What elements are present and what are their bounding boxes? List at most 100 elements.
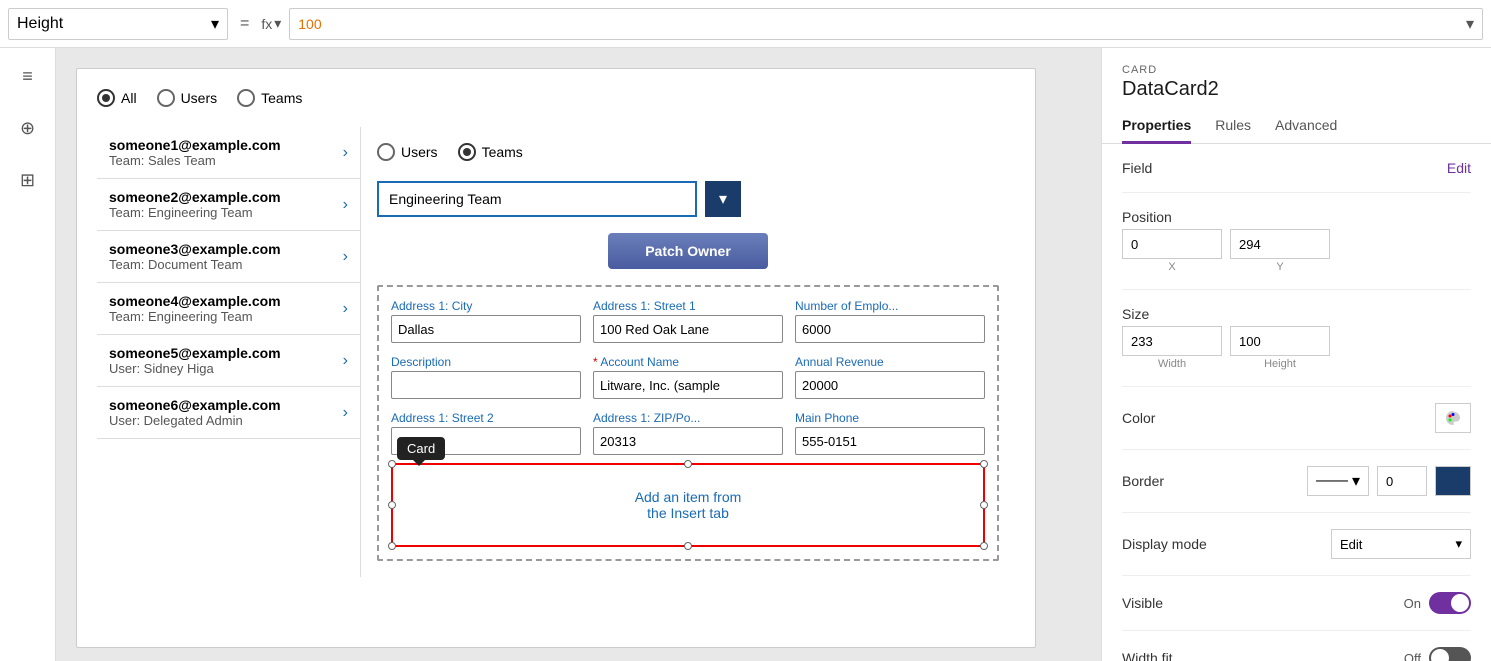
handle-br[interactable] [980, 542, 988, 550]
tab-properties[interactable]: Properties [1122, 109, 1191, 144]
display-mode-value: Edit [1340, 537, 1362, 552]
card-radio-teams[interactable]: Teams [458, 143, 523, 161]
dropdown-arrow-btn[interactable]: ▾ [705, 181, 741, 217]
height-select[interactable]: Height ▾ [8, 8, 228, 40]
form-field-account-name-label: * Account Name [593, 355, 783, 369]
size-height-input[interactable] [1230, 326, 1330, 356]
card-tooltip: Card [397, 437, 445, 460]
main-layout: ≡ ⊕ ⊞ All Users Teams [0, 48, 1491, 661]
form-field-phone-label: Main Phone [795, 411, 985, 425]
card-radio-users-label: Users [401, 144, 438, 160]
selected-card[interactable]: Card Add an item fromthe Insert tab [391, 463, 985, 547]
canvas-content: someone1@example.com Team: Sales Team › … [97, 127, 1015, 577]
visible-toggle-knob [1451, 594, 1469, 612]
size-width-input[interactable] [1122, 326, 1222, 356]
list-chevron-5: › [343, 352, 348, 370]
menu-icon[interactable]: ≡ [12, 60, 44, 92]
radio-all-circle [97, 89, 115, 107]
form-field-zip-input[interactable] [593, 427, 783, 455]
list-item[interactable]: someone1@example.com Team: Sales Team › [97, 127, 360, 179]
radio-users[interactable]: Users [157, 89, 218, 107]
position-y-input[interactable] [1230, 229, 1330, 259]
card-radio-teams-circle [458, 143, 476, 161]
list-item-team-4: Team: Engineering Team [109, 309, 281, 324]
border-style-dropdown[interactable]: —— ▾ [1307, 466, 1369, 496]
position-row: Position X Y [1122, 209, 1471, 273]
formula-bar[interactable]: 100 ▾ [289, 8, 1483, 40]
list-chevron-4: › [343, 300, 348, 318]
list-item-text-2: someone2@example.com Team: Engineering T… [109, 189, 281, 220]
list-item-email-1: someone1@example.com [109, 137, 281, 153]
top-bar: Height ▾ = fx ▾ 100 ▾ [0, 0, 1491, 48]
handle-tl[interactable] [388, 460, 396, 468]
components-icon[interactable]: ⊞ [12, 164, 44, 196]
panel-header: CARD DataCard2 [1102, 48, 1491, 109]
tab-rules[interactable]: Rules [1215, 109, 1251, 144]
form-grid: Address 1: City Address 1: Street 1 Numb… [391, 299, 985, 455]
width-fit-toggle[interactable] [1429, 647, 1471, 661]
position-x-input[interactable] [1122, 229, 1222, 259]
height-select-label: Height [17, 15, 63, 33]
form-field-city-label: Address 1: City [391, 299, 581, 313]
form-field-revenue-input[interactable] [795, 371, 985, 399]
equals-symbol: = [236, 15, 253, 33]
size-height-label: Height [1230, 358, 1330, 370]
field-edit-link[interactable]: Edit [1447, 160, 1471, 176]
list-item-6[interactable]: someone6@example.com User: Delegated Adm… [97, 387, 360, 439]
list-item-team-5: User: Sidney Higa [109, 361, 281, 376]
field-row: Field Edit [1122, 160, 1471, 176]
handle-ml[interactable] [388, 501, 396, 509]
card-radio-users-circle [377, 143, 395, 161]
divider-1 [1122, 192, 1471, 193]
fx-button[interactable]: fx ▾ [261, 15, 281, 32]
card-radio-teams-label: Teams [482, 144, 523, 160]
form-field-account-name: * Account Name [593, 355, 783, 399]
size-inputs: Width Height [1122, 326, 1471, 370]
sidebar-icons: ≡ ⊕ ⊞ [0, 48, 56, 661]
list-item-3[interactable]: someone3@example.com Team: Document Team… [97, 231, 360, 283]
width-fit-label: Width fit [1122, 650, 1173, 661]
list-item-text-1: someone1@example.com Team: Sales Team [109, 137, 281, 168]
visible-toggle[interactable] [1429, 592, 1471, 614]
formula-dropdown-chevron[interactable]: ▾ [1466, 14, 1474, 34]
team-dropdown[interactable]: Engineering Team [377, 181, 697, 217]
radio-all[interactable]: All [97, 89, 137, 107]
list-item-text-5: someone5@example.com User: Sidney Higa [109, 345, 281, 376]
list-item-text-4: someone4@example.com Team: Engineering T… [109, 293, 281, 324]
panel-body: Field Edit Position X Y [1102, 144, 1491, 661]
tab-advanced[interactable]: Advanced [1275, 109, 1337, 144]
list-item-5[interactable]: someone5@example.com User: Sidney Higa › [97, 335, 360, 387]
form-field-city-input[interactable] [391, 315, 581, 343]
patch-owner-button[interactable]: Patch Owner [608, 233, 768, 269]
color-label: Color [1122, 410, 1155, 426]
form-grid-container: Address 1: City Address 1: Street 1 Numb… [377, 285, 999, 561]
team-dropdown-value: Engineering Team [389, 191, 502, 207]
list-item-4[interactable]: someone4@example.com Team: Engineering T… [97, 283, 360, 335]
handle-tr[interactable] [980, 460, 988, 468]
handle-mr[interactable] [980, 501, 988, 509]
form-field-description-input[interactable] [391, 371, 581, 399]
panel-title: DataCard2 [1122, 78, 1471, 101]
fx-chevron: ▾ [274, 15, 281, 32]
border-width-input[interactable] [1377, 466, 1427, 496]
radio-teams[interactable]: Teams [237, 89, 302, 107]
layers-icon[interactable]: ⊕ [12, 112, 44, 144]
form-field-street1-input[interactable] [593, 315, 783, 343]
list-item-2[interactable]: someone2@example.com Team: Engineering T… [97, 179, 360, 231]
color-picker-button[interactable] [1435, 403, 1471, 433]
form-field-zip: Address 1: ZIP/Po... [593, 411, 783, 455]
handle-tm[interactable] [684, 460, 692, 468]
card-radio-users[interactable]: Users [377, 143, 438, 161]
divider-7 [1122, 630, 1471, 631]
handle-bl[interactable] [388, 542, 396, 550]
form-field-employees-input[interactable] [795, 315, 985, 343]
handle-bm[interactable] [684, 542, 692, 550]
panel-tabs: Properties Rules Advanced [1102, 109, 1491, 144]
field-label: Field [1122, 160, 1152, 176]
form-field-description-label: Description [391, 355, 581, 369]
border-color-swatch[interactable] [1435, 466, 1471, 496]
form-field-phone-input[interactable] [795, 427, 985, 455]
list-chevron-2: › [343, 196, 348, 214]
form-field-account-name-input[interactable] [593, 371, 783, 399]
display-mode-dropdown[interactable]: Edit ▾ [1331, 529, 1471, 559]
